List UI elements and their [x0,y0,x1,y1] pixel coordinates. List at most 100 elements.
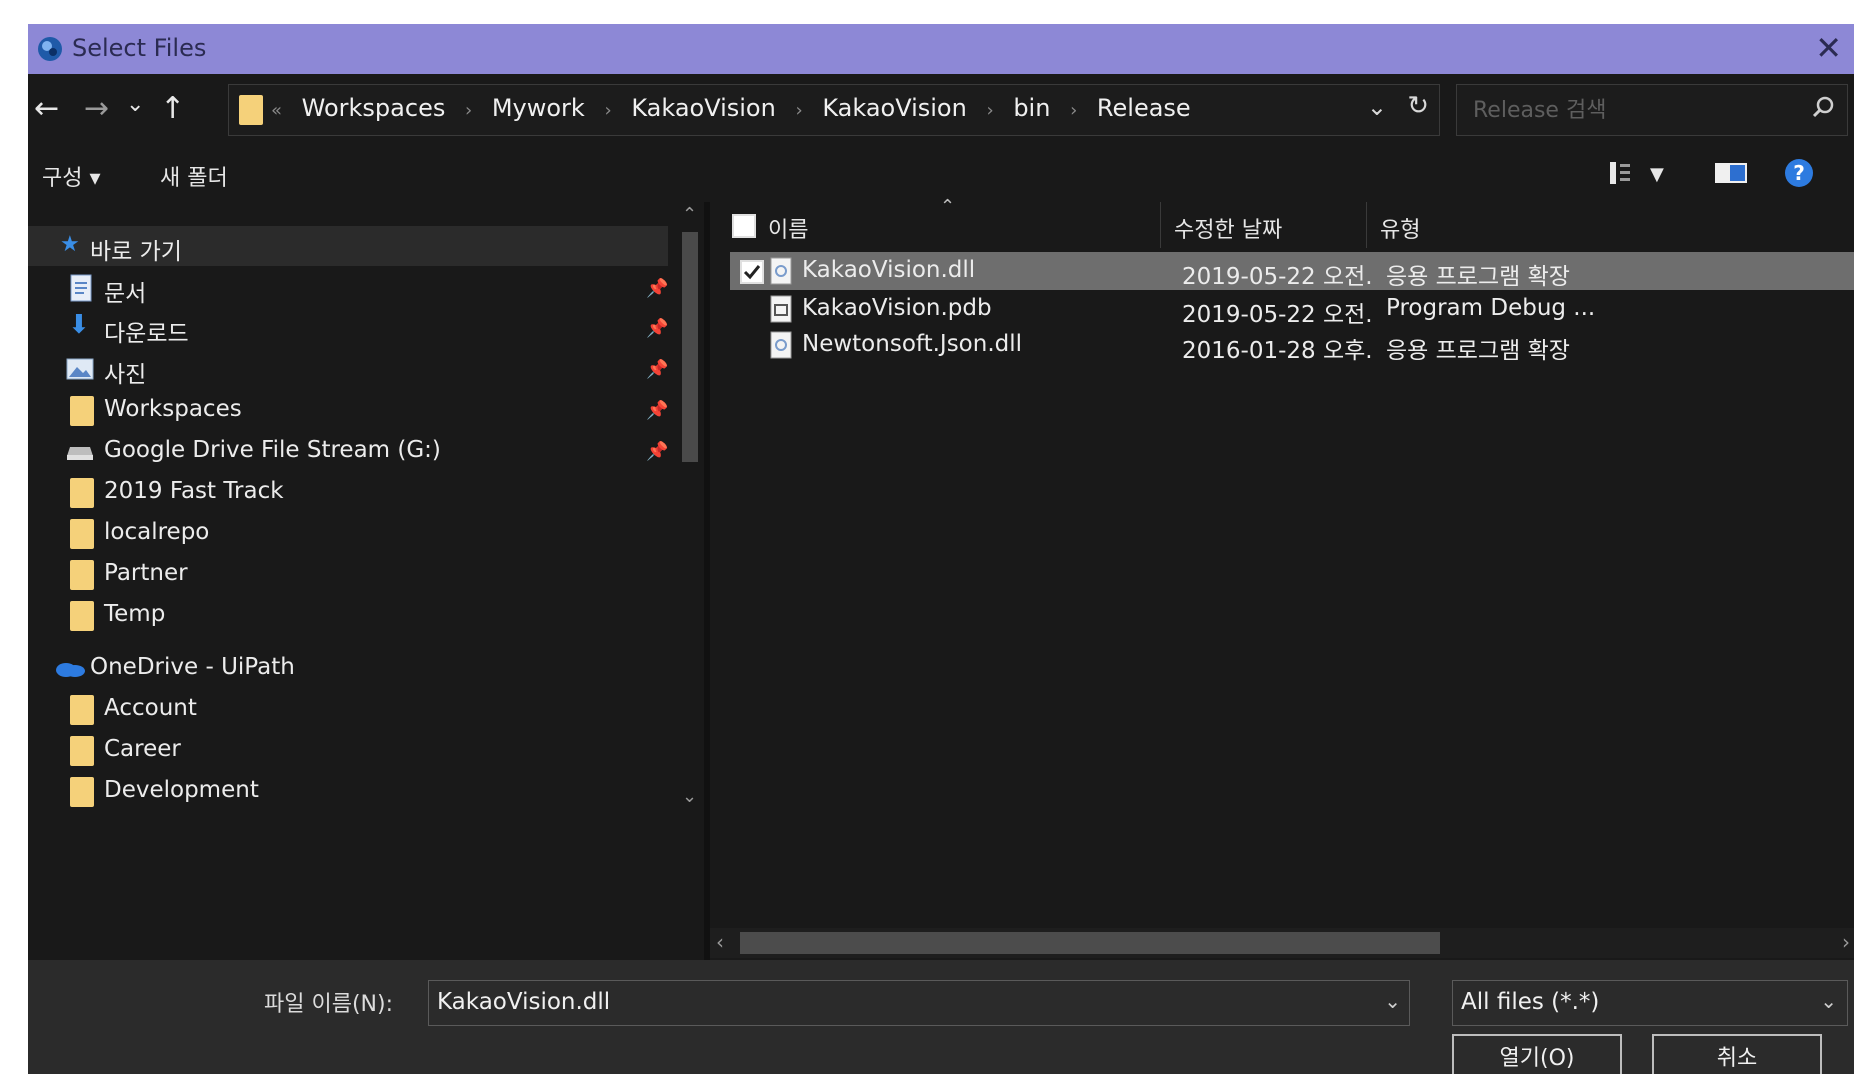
file-type: 응용 프로그램 확장 [1386,264,1570,290]
file-name: KakaoVision.pdb [802,295,992,321]
select-all-checkbox[interactable] [732,214,756,238]
nav-item-label: Development [104,777,259,803]
nav-item-documents[interactable]: 문서 📌 [28,268,668,308]
help-icon[interactable]: ? [1784,158,1814,188]
quick-access-label: 바로 가기 [90,239,182,265]
scrollbar-thumb[interactable] [740,932,1440,954]
nav-item-temp[interactable]: Temp [28,595,668,635]
dll-file-icon [770,257,792,285]
nav-item-localrepo[interactable]: localrepo [28,513,668,553]
nav-item-google-drive[interactable]: Google Drive File Stream (G:) 📌 [28,431,668,471]
file-name: Newtonsoft.Json.dll [802,331,1023,357]
nav-item-career[interactable]: Career [28,730,668,770]
nav-item-label: Google Drive File Stream (G:) [104,437,441,463]
nav-item-label: 2019 Fast Track [104,478,284,504]
nav-item-downloads[interactable]: ⬇ 다운로드 📌 [28,308,668,348]
recent-locations-chevron-icon[interactable]: ⌄ [126,88,144,122]
file-row-kakaovision-dll[interactable]: KakaoVision.dll 2019-05-22 오전... 응용 프로그램… [730,252,1854,290]
folder-icon [70,560,94,590]
pin-icon[interactable]: 📌 [646,359,668,380]
file-list-horizontal-scrollbar[interactable]: ‹ › [710,928,1854,958]
column-header-date[interactable]: 수정한 날짜 [1174,212,1282,256]
nav-item-pictures[interactable]: 사진 📌 [28,349,668,389]
preview-pane-icon[interactable] [1714,160,1748,186]
pin-icon[interactable]: 📌 [646,318,668,339]
file-type-filter-value[interactable]: All files (*.*) [1461,989,1599,1015]
scroll-down-icon[interactable]: ⌄ [682,786,697,807]
file-date: 2019-05-22 오전... [1182,302,1372,328]
nav-item-label: localrepo [104,519,210,545]
breadcrumb: « Workspaces › Mywork › KakaoVision › Ka… [271,94,1191,122]
close-icon[interactable]: ✕ [1815,28,1842,68]
breadcrumb-kakaovision-2[interactable]: KakaoVision [822,94,967,122]
checkmark-icon [743,265,761,280]
pin-icon[interactable]: 📌 [646,278,668,299]
breadcrumb-kakaovision[interactable]: KakaoVision [631,94,776,122]
view-options-icon[interactable] [1610,160,1644,186]
cancel-button[interactable]: 취소 [1652,1034,1822,1074]
search-input[interactable] [1457,85,1795,135]
up-arrow-icon[interactable]: ↑ [160,92,185,126]
refresh-icon[interactable]: ↻ [1407,91,1429,121]
file-type-filter-select[interactable]: All files (*.*) ⌄ [1452,980,1848,1026]
new-folder-button[interactable]: 새 폴더 [160,160,228,192]
navigation-bar: ← → ⌄ ↑ « Workspaces › Mywork › KakaoVis… [28,74,1854,146]
quick-access-item[interactable]: ★ 바로 가기 [28,226,668,266]
open-button[interactable]: 열기(O) [1452,1034,1622,1074]
file-name: KakaoVision.dll [802,257,976,283]
file-row-newtonsoft-json-dll[interactable]: Newtonsoft.Json.dll 2016-01-28 오후... 응용 … [730,326,1854,364]
nav-item-onedrive[interactable]: OneDrive - UiPath [28,648,668,688]
address-dropdown-icon[interactable]: ⌄ [1367,93,1387,121]
organize-button[interactable]: 구성 ▾ [42,160,101,192]
nav-item-development[interactable]: Development [28,771,668,811]
search-icon[interactable] [1811,95,1835,119]
nav-item-partner[interactable]: Partner [28,554,668,594]
svg-text:?: ? [1793,161,1805,185]
breadcrumb-workspaces[interactable]: Workspaces [302,94,446,122]
scroll-up-icon[interactable]: ⌃ [682,204,697,225]
address-bar[interactable]: « Workspaces › Mywork › KakaoVision › Ka… [228,84,1440,136]
chevron-right-icon[interactable]: › [795,100,802,121]
file-name-value[interactable]: KakaoVision.dll [437,989,610,1015]
scrollbar-thumb[interactable] [682,232,698,462]
file-name-input[interactable]: KakaoVision.dll ⌄ [428,980,1410,1026]
scroll-left-icon[interactable]: ‹ [716,930,724,954]
folder-icon [70,736,94,766]
scroll-right-icon[interactable]: › [1842,930,1850,954]
breadcrumb-mywork[interactable]: Mywork [492,94,585,122]
navigation-pane-scrollbar[interactable]: ⌃ ⌄ [676,202,704,960]
column-header-name[interactable]: 이름 [768,212,808,256]
chevron-right-icon[interactable]: › [986,100,993,121]
chevron-right-icon[interactable]: › [604,100,611,121]
view-dropdown-icon[interactable]: ▼ [1650,164,1664,185]
file-name-label: 파일 이름(N): [264,992,393,1017]
breadcrumb-release[interactable]: Release [1097,94,1191,122]
chevron-down-icon[interactable]: ⌄ [1384,989,1401,1013]
nav-item-workspaces[interactable]: Workspaces 📌 [28,390,668,430]
breadcrumb-overflow-icon[interactable]: « [271,100,282,121]
column-header-type[interactable]: 유형 [1380,212,1420,256]
file-date: 2016-01-28 오후... [1182,338,1372,364]
window-title: Select Files [72,34,207,62]
chevron-down-icon[interactable]: ⌄ [1820,989,1837,1013]
breadcrumb-bin[interactable]: bin [1013,94,1050,122]
pin-icon[interactable]: 📌 [646,400,668,421]
back-arrow-icon[interactable]: ← [34,92,59,126]
nav-item-2019-fast-track[interactable]: 2019 Fast Track [28,472,668,512]
file-row-kakaovision-pdb[interactable]: KakaoVision.pdb 2019-05-22 오전... Program… [730,290,1854,328]
chevron-right-icon[interactable]: › [1070,100,1077,121]
column-separator[interactable] [1366,202,1367,248]
row-checkbox[interactable] [740,260,764,284]
folder-icon [70,396,94,426]
search-box[interactable] [1456,84,1848,136]
pin-icon[interactable]: 📌 [646,441,668,462]
nav-item-label: Temp [104,601,166,627]
nav-item-account[interactable]: Account [28,689,668,729]
nav-item-label: Workspaces [104,396,242,422]
column-separator[interactable] [1160,202,1161,248]
folder-icon [70,601,94,631]
folder-icon [70,695,94,725]
chevron-right-icon[interactable]: › [465,100,472,121]
nav-item-label: 사진 [104,362,147,388]
forward-arrow-icon[interactable]: → [84,92,109,126]
